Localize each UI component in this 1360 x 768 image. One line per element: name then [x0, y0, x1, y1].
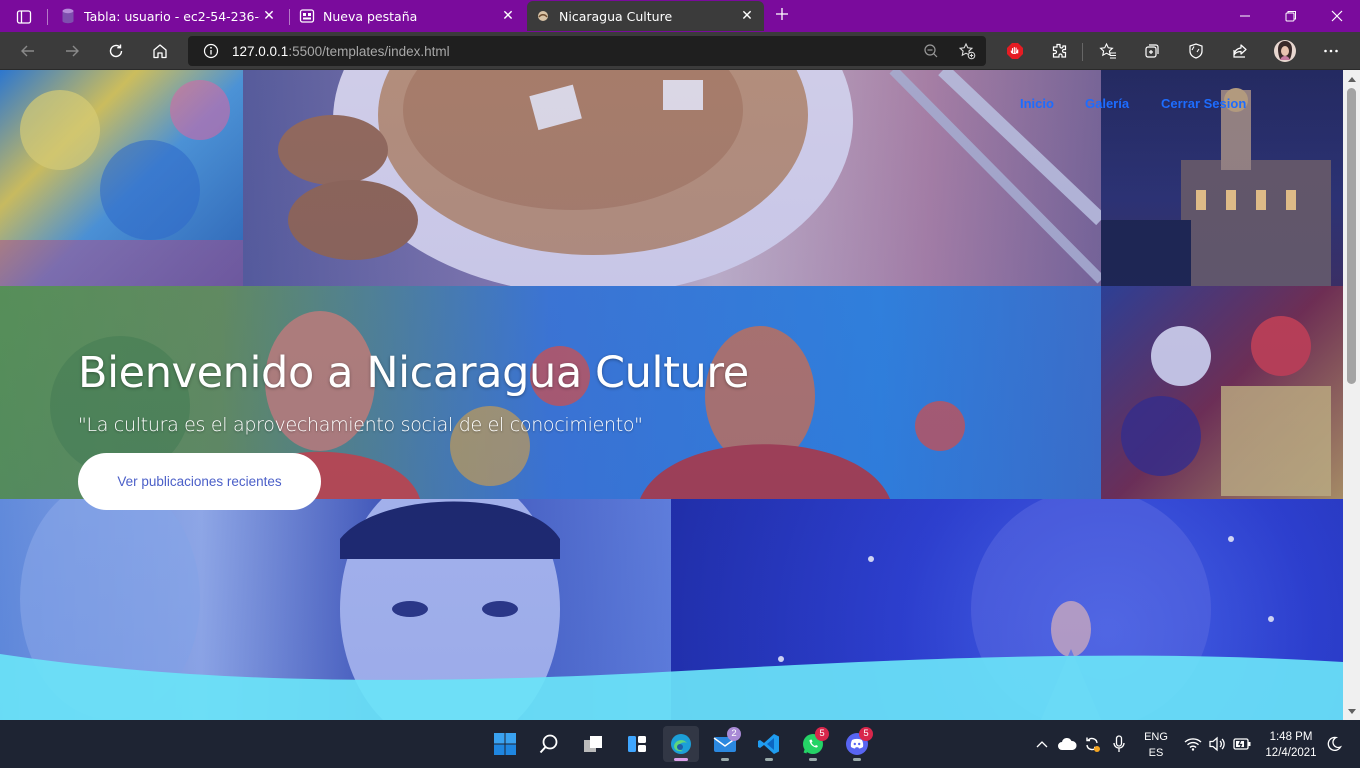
page-viewport: Inicio Galería Cerrar Sesion Bienvenido … [0, 70, 1360, 720]
nav-label: Galería [1085, 96, 1130, 111]
address-bar[interactable]: 127.0.0.1:5500/templates/index.html [188, 36, 986, 66]
discord-badge: 5 [859, 727, 873, 741]
add-favorite-icon[interactable] [952, 36, 982, 66]
running-indicator [674, 758, 688, 761]
nav-label: Inicio [1020, 96, 1054, 111]
browser-toolbar: 127.0.0.1:5500/templates/index.html [0, 32, 1360, 70]
whatsapp-icon[interactable]: 5 [795, 726, 831, 762]
home-button[interactable] [145, 36, 175, 66]
back-button[interactable] [13, 36, 43, 66]
scrollbar-thumb[interactable] [1347, 88, 1356, 384]
keyboard-layout: ES [1148, 747, 1164, 759]
scroll-up-icon[interactable] [1343, 70, 1360, 87]
microphone-icon[interactable] [1108, 720, 1130, 768]
wave-divider [0, 654, 1343, 720]
hero-subtitle: "La cultura es el aprovechamiento social… [78, 414, 643, 436]
url-path: :5500/templates/index.html [288, 43, 450, 59]
minimize-button[interactable] [1222, 0, 1268, 32]
show-hidden-icons-chevron-icon[interactable] [1032, 720, 1052, 768]
running-indicator [853, 758, 861, 761]
nav-link-cerrar-sesion[interactable]: Cerrar Sesion [1161, 96, 1250, 111]
hero-section: Inicio Galería Cerrar Sesion Bienvenido … [0, 70, 1343, 720]
close-tab-icon[interactable]: ✕ [499, 7, 517, 25]
mail-badge: 2 [727, 727, 741, 741]
refresh-button[interactable] [101, 36, 131, 66]
edge-taskbar-icon[interactable] [663, 726, 699, 762]
zoom-out-icon[interactable] [916, 36, 946, 66]
recent-posts-button[interactable]: Ver publicaciones recientes [78, 453, 321, 510]
tab-strip: Tabla: usuario - ec2-54-236-64-2 ✕ Nueva… [0, 0, 1360, 32]
tab-nueva-pestana[interactable]: Nueva pestaña ✕ [291, 1, 525, 31]
toolbar-separator [1082, 43, 1083, 61]
tab-title: Nicaragua Culture [559, 8, 673, 24]
start-button[interactable] [487, 726, 523, 762]
new-tab-button[interactable] [770, 5, 794, 27]
site-favicon-icon [535, 8, 551, 24]
vscode-icon[interactable] [751, 726, 787, 762]
tab-separator [289, 9, 290, 25]
language-code: ENG [1144, 731, 1168, 743]
battery-charging-icon[interactable] [1230, 720, 1254, 768]
sync-update-icon[interactable] [1080, 720, 1104, 768]
close-tab-icon[interactable]: ✕ [260, 7, 278, 25]
running-indicator [765, 758, 773, 761]
tab-separator [47, 9, 48, 25]
focus-assist-moon-icon[interactable] [1322, 720, 1346, 768]
tab-actions-icon[interactable] [10, 6, 38, 28]
whatsapp-badge: 5 [815, 727, 829, 741]
discord-icon[interactable]: 5 [839, 726, 875, 762]
clock-time: 1:48 PM [1269, 731, 1313, 743]
restore-button[interactable] [1268, 0, 1314, 32]
url-text: 127.0.0.1:5500/templates/index.html [232, 44, 450, 59]
windows-taskbar: 2 5 5 ENG ES 1:48 PM 12/4/2021 [0, 720, 1360, 768]
profile-avatar[interactable] [1270, 36, 1300, 66]
nav-label: Cerrar Sesion [1161, 96, 1247, 111]
search-icon[interactable] [531, 726, 567, 762]
system-clock[interactable]: 1:48 PM 12/4/2021 [1262, 729, 1320, 761]
collections-icon[interactable] [1137, 36, 1167, 66]
share-icon[interactable] [1225, 36, 1255, 66]
wifi-icon[interactable] [1182, 720, 1204, 768]
favorites-icon[interactable] [1093, 36, 1123, 66]
running-indicator [809, 758, 817, 761]
hero-title: Bienvenido a Nicaragua Culture [78, 348, 749, 398]
input-language-indicator[interactable]: ENG ES [1140, 729, 1172, 761]
tab-title: Nueva pestaña [323, 8, 418, 24]
vertical-scrollbar[interactable] [1343, 70, 1360, 720]
extensions-icon[interactable] [1044, 36, 1074, 66]
database-icon [60, 8, 76, 24]
url-host: 127.0.0.1 [232, 43, 289, 59]
tab-tabla-usuario[interactable]: Tabla: usuario - ec2-54-236-64-2 ✕ [52, 1, 286, 31]
tab-nicaragua-culture[interactable]: Nicaragua Culture ✕ [527, 1, 764, 31]
browser-essentials-icon[interactable] [1181, 36, 1211, 66]
close-tab-icon[interactable]: ✕ [738, 7, 756, 25]
site-info-icon[interactable] [196, 36, 226, 66]
scroll-down-icon[interactable] [1343, 703, 1360, 720]
more-menu-icon[interactable] [1316, 36, 1346, 66]
mail-icon[interactable]: 2 [707, 726, 743, 762]
new-tab-page-icon [299, 8, 315, 24]
widgets-icon[interactable] [619, 726, 655, 762]
running-indicator [721, 758, 729, 761]
clock-date: 12/4/2021 [1265, 747, 1317, 759]
onedrive-cloud-icon[interactable] [1055, 720, 1079, 768]
close-window-button[interactable] [1314, 0, 1360, 32]
extension-stop-icon[interactable] [1000, 36, 1030, 66]
forward-button[interactable] [57, 36, 87, 66]
volume-icon[interactable] [1206, 720, 1228, 768]
tab-title: Tabla: usuario - ec2-54-236-64-2 [84, 8, 260, 24]
task-view-icon[interactable] [575, 726, 611, 762]
